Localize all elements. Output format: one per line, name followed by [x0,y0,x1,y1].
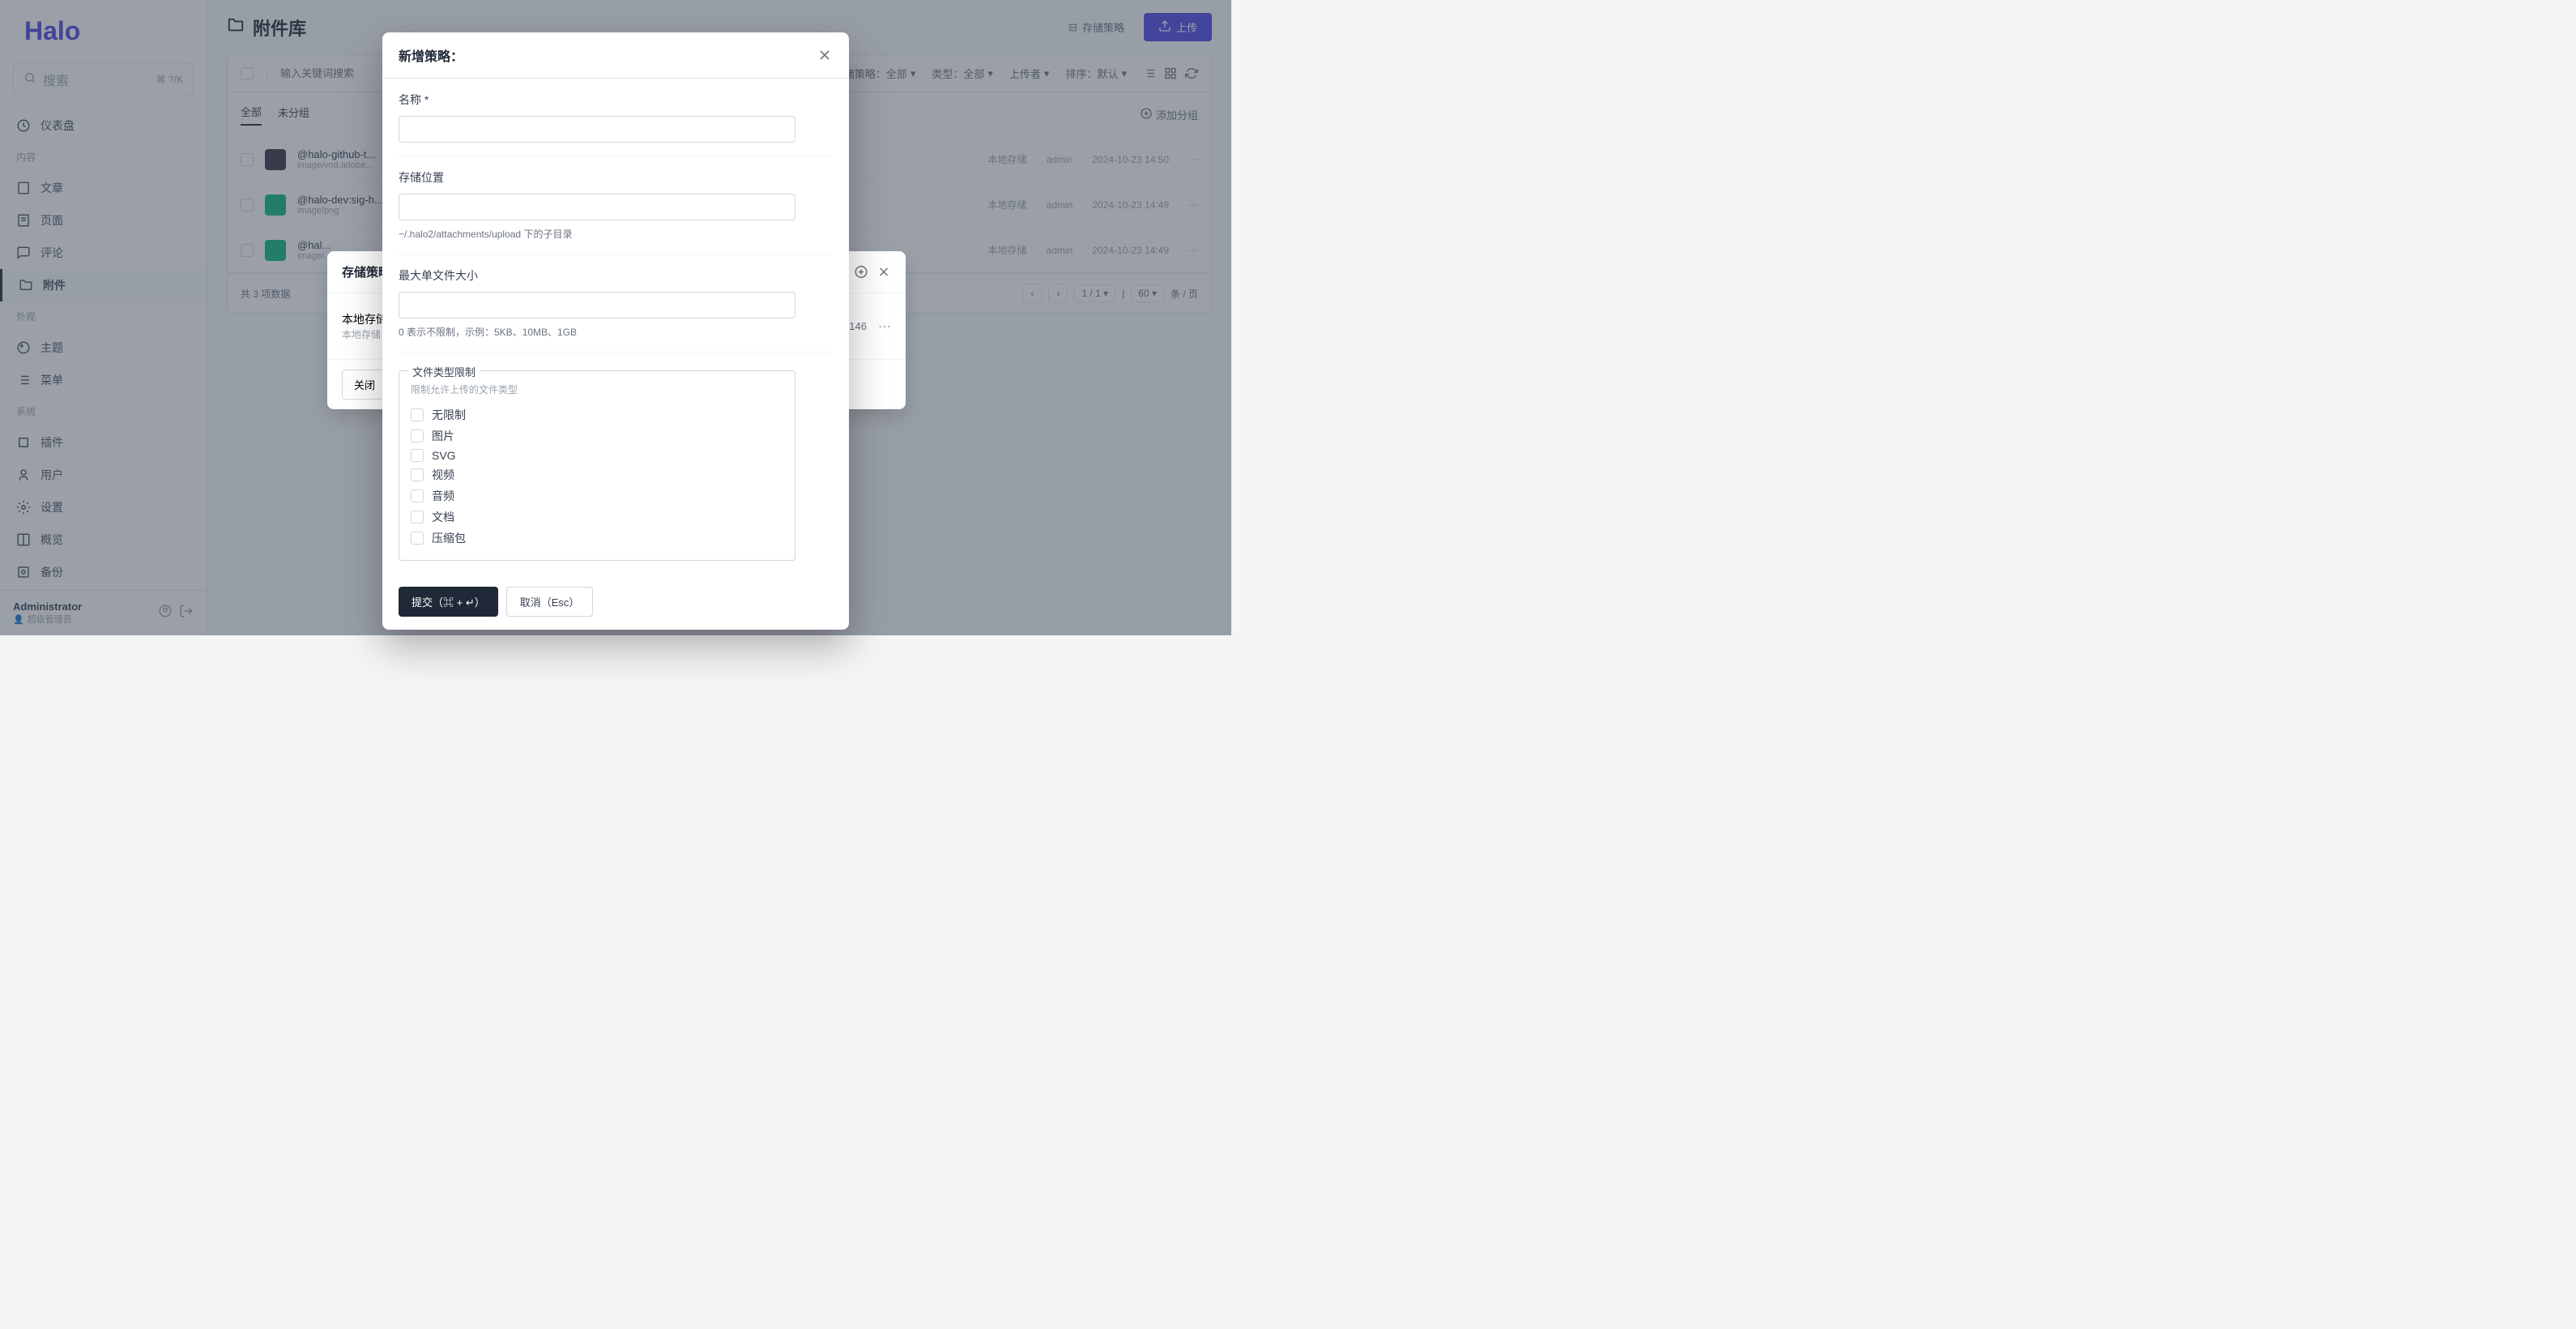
maxsize-hint: 0 表示不限制，示例：5KB、10MB、1GB [399,325,833,339]
check-label: SVG [432,449,456,462]
check-video[interactable]: 视频 [411,464,783,485]
check-label: 音频 [432,488,454,504]
location-label: 存储位置 [399,169,833,186]
checkbox[interactable] [411,468,424,481]
location-input[interactable] [399,194,795,220]
check-archive[interactable]: 压缩包 [411,528,783,549]
location-hint: ~/.halo2/attachments/upload 下的子目录 [399,227,833,241]
close-icon[interactable] [876,263,891,281]
close-icon[interactable] [817,47,833,63]
check-unlimited[interactable]: 无限制 [411,404,783,425]
maxsize-input[interactable] [399,292,795,318]
check-image[interactable]: 图片 [411,425,783,447]
store-name: 本地存储 [342,311,387,327]
new-strategy-modal: 新增策略： 名称 * 存储位置 ~/.halo2/attachments/upl… [382,32,849,630]
name-input[interactable] [399,116,795,143]
store-count: 146 [849,320,867,332]
check-label: 文档 [432,509,454,525]
filetype-hint: 限制允许上传的文件类型 [411,382,783,396]
maxsize-label: 最大单文件大小 [399,267,833,284]
filetype-legend: 文件类型限制 [407,364,480,379]
cancel-button[interactable]: 取消（Esc） [506,587,594,617]
check-label: 视频 [432,467,454,483]
filetype-fieldset: 文件类型限制 限制允许上传的文件类型 无限制 图片 SVG 视频 音频 文档 压… [399,370,795,561]
checkbox[interactable] [411,511,424,523]
store-type: 本地存储 [342,327,387,341]
check-svg[interactable]: SVG [411,447,783,464]
check-doc[interactable]: 文档 [411,506,783,528]
more-icon[interactable]: ⋯ [878,318,891,335]
check-label: 图片 [432,428,454,444]
check-audio[interactable]: 音频 [411,485,783,506]
name-label: 名称 * [399,92,833,108]
check-label: 压缩包 [432,530,466,546]
checkbox[interactable] [411,449,424,462]
submit-button[interactable]: 提交（⌘ + ↵） [399,587,498,617]
checkbox[interactable] [411,489,424,502]
checkbox[interactable] [411,532,424,545]
checkbox[interactable] [411,429,424,442]
checkbox[interactable] [411,408,424,421]
add-icon[interactable] [854,263,868,281]
modal-title: 新增策略： [399,45,463,65]
check-label: 无限制 [432,407,466,423]
